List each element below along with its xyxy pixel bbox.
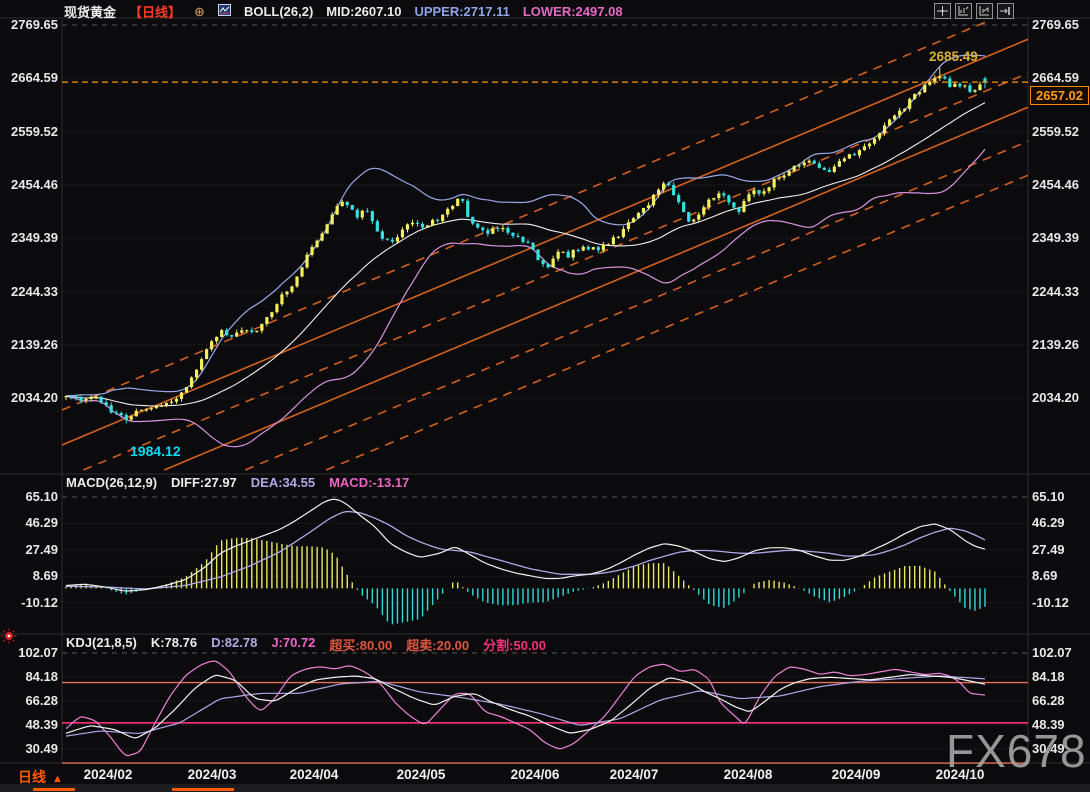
swing-low-annotation: 1984.12 [130, 443, 181, 459]
axis-tick-label: 2349.39 [0, 230, 58, 246]
axis-tick-label: 48.39 [0, 717, 58, 733]
axis-scale-left-icon[interactable] [955, 3, 972, 19]
timeframe-selector[interactable]: 日线 ▲ [18, 767, 63, 787]
chart-canvas[interactable] [0, 0, 1090, 792]
axis-tick-label: 84.18 [0, 669, 58, 685]
pan-crosshair-icon[interactable] [934, 3, 951, 19]
last-price-badge: 2657.02 [1030, 86, 1089, 105]
axis-tick-label: 2244.33 [0, 284, 58, 300]
axis-tick-label: 8.69 [1032, 568, 1057, 584]
axis-tick-label: 2034.20 [0, 390, 58, 406]
x-axis-month-label: 2024/05 [381, 767, 461, 782]
axis-scale-right-icon[interactable] [976, 3, 993, 19]
scrollbar-segment[interactable] [172, 788, 234, 791]
snap-to-latest-icon[interactable] [997, 3, 1014, 19]
axis-tick-label: 2769.65 [0, 17, 58, 33]
axis-tick-label: 2139.26 [0, 337, 58, 353]
x-axis-month-label: 2024/06 [495, 767, 575, 782]
kdj-k-value: K:78.76 [151, 635, 197, 654]
axis-tick-label: 2454.46 [1032, 177, 1079, 193]
kdj-divide-value: 分割:50.00 [483, 635, 546, 654]
axis-tick-label: 65.10 [0, 489, 58, 505]
axis-tick-label: 46.29 [1032, 515, 1065, 531]
axis-tick-label: 2559.52 [0, 124, 58, 140]
kdj-header: KDJ(21,8,5) K:78.76 D:82.78 J:70.72 超买:8… [66, 635, 546, 654]
kdj-overbought-value: 超买:80.00 [329, 635, 392, 654]
axis-tick-label: 8.69 [0, 568, 58, 584]
kdj-d-value: D:82.78 [211, 635, 257, 654]
axis-tick-label: 2454.46 [0, 177, 58, 193]
triangle-up-icon: ▲ [52, 773, 63, 785]
scrollbar-segment[interactable] [33, 788, 75, 791]
axis-tick-label: -10.12 [1032, 595, 1069, 611]
axis-tick-label: 102.07 [0, 645, 58, 661]
trading-chart-window: 现货黄金 【日线】 ⊕ BOLL(26,2) MID:2607.10 UPPER… [0, 0, 1090, 792]
axis-tick-label: 27.49 [0, 542, 58, 558]
macd-dea-value: DEA:34.55 [251, 475, 315, 490]
axis-tick-label: 2034.20 [1032, 390, 1079, 406]
axis-tick-label: 2349.39 [1032, 230, 1079, 246]
x-axis-month-label: 2024/02 [68, 767, 148, 782]
indicator-alert-icon[interactable] [1, 628, 18, 645]
axis-tick-label: 84.18 [1032, 669, 1065, 685]
macd-label[interactable]: MACD(26,12,9) [66, 475, 157, 490]
macd-hist-value: MACD:-13.17 [329, 475, 409, 490]
axis-tick-label: 2559.52 [1032, 124, 1079, 140]
x-axis-month-label: 2024/07 [594, 767, 674, 782]
axis-tick-label: 2244.33 [1032, 284, 1079, 300]
kdj-j-value: J:70.72 [271, 635, 315, 654]
symbol-name: 现货黄金 [64, 2, 116, 21]
macd-diff-value: DIFF:27.97 [171, 475, 237, 490]
period-tag[interactable]: 【日线】 [129, 2, 181, 21]
watermark: FX678 [946, 724, 1087, 778]
kdj-label[interactable]: KDJ(21,8,5) [66, 635, 137, 654]
axis-tick-label: 102.07 [1032, 645, 1072, 661]
timeframe-label: 日线 [18, 769, 46, 785]
axis-tick-label: 65.10 [1032, 489, 1065, 505]
boll-lower-value: LOWER:2497.08 [523, 4, 623, 19]
x-axis-month-label: 2024/04 [274, 767, 354, 782]
axis-tick-label: 2139.26 [1032, 337, 1079, 353]
mini-chart-icon [218, 4, 231, 19]
axis-tick-label: 2664.59 [0, 70, 58, 86]
x-axis-month-label: 2024/03 [172, 767, 252, 782]
axis-tick-label: 46.29 [0, 515, 58, 531]
boll-label: BOLL(26,2) [244, 4, 313, 19]
boll-mid-value: MID:2607.10 [326, 4, 401, 19]
chart-toolbar [934, 3, 1014, 19]
axis-tick-label: 30.49 [0, 741, 58, 757]
x-axis-month-label: 2024/09 [816, 767, 896, 782]
axis-tick-label: -10.12 [0, 595, 58, 611]
axis-tick-label: 2769.65 [1032, 17, 1079, 33]
bottom-scrollbar-track[interactable] [0, 785, 1090, 792]
axis-tick-label: 66.28 [1032, 693, 1065, 709]
chart-header: 现货黄金 【日线】 ⊕ BOLL(26,2) MID:2607.10 UPPER… [64, 2, 623, 21]
link-icon[interactable]: ⊕ [194, 4, 205, 20]
kdj-oversold-value: 超卖:20.00 [406, 635, 469, 654]
axis-tick-label: 27.49 [1032, 542, 1065, 558]
x-axis-month-label: 2024/08 [708, 767, 788, 782]
macd-header: MACD(26,12,9) DIFF:27.97 DEA:34.55 MACD:… [66, 475, 409, 490]
axis-tick-label: 66.28 [0, 693, 58, 709]
swing-high-annotation: 2685.49 [929, 49, 978, 64]
axis-tick-label: 2664.59 [1032, 70, 1079, 86]
boll-upper-value: UPPER:2717.11 [414, 4, 509, 19]
